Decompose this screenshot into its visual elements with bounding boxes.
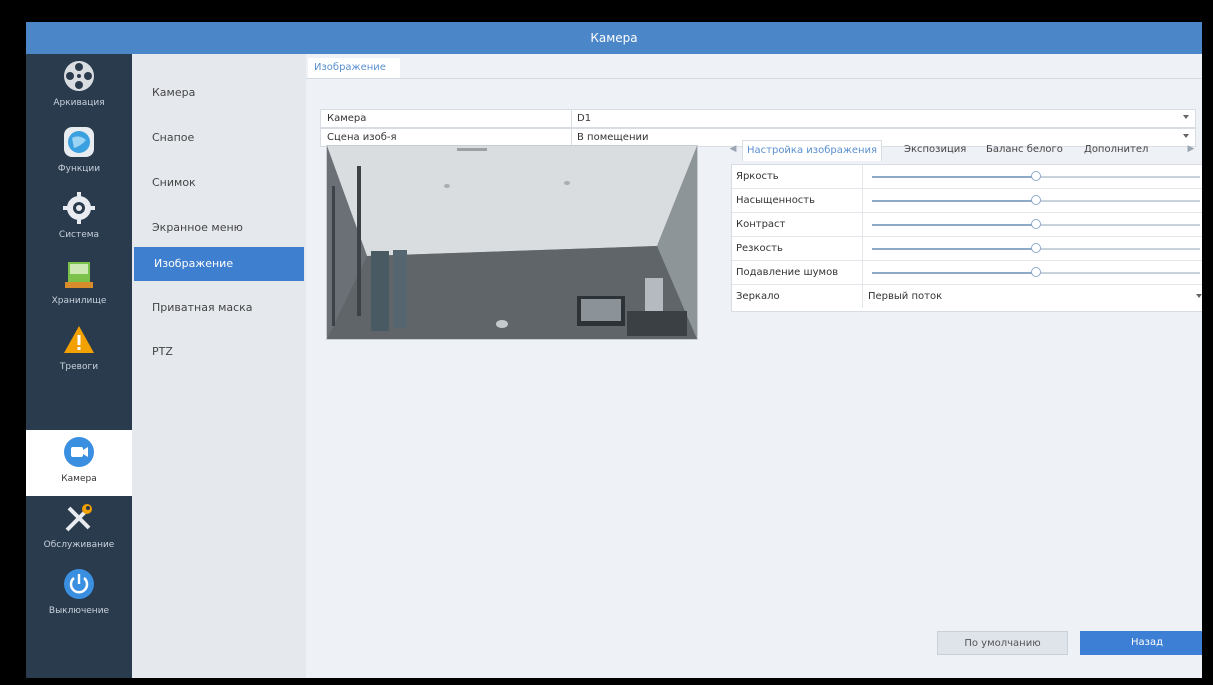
rail-label: Обслуживание [43, 540, 115, 550]
window-title: Камера [26, 22, 1202, 54]
slider-fill [872, 176, 1036, 178]
chevron-down-icon[interactable] [1183, 115, 1189, 119]
divider [571, 129, 572, 146]
submenu-item-osd[interactable]: Экранное меню [132, 211, 306, 245]
mirror-value: Первый поток [868, 291, 943, 302]
submenu-item-image[interactable]: Изображение [134, 247, 304, 281]
image-subtabs: ◀ Настройка изображения Экспозиция Балан… [728, 136, 1200, 162]
image-settings-panel: Изображение Камера D1 Сцена изоб-я В пом… [306, 54, 1202, 678]
video-preview [326, 145, 698, 340]
saturation-slider[interactable] [872, 195, 1200, 205]
chevron-right-icon[interactable]: ▶ [1186, 143, 1196, 155]
scene-value: В помещении [577, 132, 649, 143]
camera-label: Камера [327, 113, 367, 124]
submenu-item-snapshot[interactable]: Снимок [132, 166, 306, 200]
slider-knob[interactable] [1031, 219, 1041, 229]
divider [862, 285, 863, 308]
rail-item-shutdown[interactable]: Выключение [26, 562, 132, 628]
divider [862, 213, 863, 236]
subtab-exposure[interactable]: Экспозиция [900, 140, 970, 160]
rail-label: Функции [57, 164, 101, 174]
param-label: Контраст [736, 219, 786, 230]
scene-label: Сцена изоб-я [327, 132, 397, 143]
default-button[interactable]: По умолчанию [937, 631, 1068, 655]
divider [862, 165, 863, 188]
slider-knob[interactable] [1031, 195, 1041, 205]
rail-item-camera[interactable]: Камера [26, 430, 132, 496]
slider-fill [872, 200, 1036, 202]
warning-icon [64, 326, 94, 353]
divider [571, 110, 572, 127]
param-label: Подавление шумов [736, 267, 839, 278]
submenu-item-camera[interactable]: Камера [132, 76, 306, 110]
divider [862, 189, 863, 212]
gear-icon [63, 192, 95, 224]
tab-image[interactable]: Изображение [308, 58, 400, 78]
contrast-slider[interactable] [872, 219, 1200, 229]
mirror-label: Зеркало [736, 291, 780, 302]
subtab-image-adjust[interactable]: Настройка изображения [742, 140, 883, 161]
brightness-slider[interactable] [872, 171, 1200, 181]
param-label: Яркость [736, 171, 779, 182]
rail-item-system[interactable]: Система [26, 186, 132, 252]
rail-item-storage[interactable]: Хранилище [26, 252, 132, 318]
camera-feed-image [327, 146, 697, 339]
camera-value: D1 [577, 113, 592, 124]
slider-knob[interactable] [1031, 267, 1041, 277]
slider-fill [872, 224, 1036, 226]
param-label: Насыщенность [736, 195, 816, 206]
rail-item-alarms[interactable]: Тревоги [26, 318, 132, 384]
storage-icon [65, 262, 93, 288]
mirror-select[interactable]: Зеркало Первый поток [732, 285, 1202, 309]
submenu-item-ptz[interactable]: PTZ [132, 335, 306, 369]
noise-reduction-slider[interactable] [872, 267, 1200, 277]
slider-knob[interactable] [1031, 171, 1041, 181]
subtab-advanced[interactable]: Дополнител [1080, 140, 1152, 160]
image-params-table: Яркость Насыщенность Контраст Резкость П… [731, 164, 1202, 312]
chevron-left-icon[interactable]: ◀ [728, 143, 738, 155]
submenu-item-snapshot-schedule[interactable]: Снапое [132, 121, 306, 155]
rail-item-functions[interactable]: Функции [26, 120, 132, 186]
divider [862, 261, 863, 284]
divider [862, 237, 863, 260]
param-row-sharpness: Резкость [732, 237, 1202, 261]
power-icon [64, 569, 94, 599]
rail-label: Камера [61, 474, 97, 484]
rail-label: Аркивация [53, 98, 105, 108]
back-button[interactable]: Назад [1080, 631, 1202, 655]
param-label: Резкость [736, 243, 783, 254]
film-reel-icon [64, 61, 94, 91]
param-row-noise-reduction: Подавление шумов [732, 261, 1202, 285]
param-row-saturation: Насыщенность [732, 189, 1202, 213]
rail-item-archive[interactable]: Аркивация [26, 54, 132, 120]
subtab-white-balance[interactable]: Баланс белого [982, 140, 1067, 160]
tools-icon [65, 504, 92, 532]
slider-knob[interactable] [1031, 243, 1041, 253]
tab-divider [306, 78, 1202, 79]
rail-item-maintenance[interactable]: Обслуживание [26, 496, 132, 562]
rail-label: Выключение [48, 606, 110, 616]
main-menu-rail: Аркивация Функции Система Хранилище Трев… [26, 54, 132, 678]
rail-label: Система [58, 230, 100, 240]
param-row-contrast: Контраст [732, 213, 1202, 237]
sharpness-slider[interactable] [872, 243, 1200, 253]
chevron-down-icon[interactable] [1196, 294, 1202, 298]
camera-submenu: Камера Снапое Снимок Экранное меню Изобр… [132, 54, 306, 678]
camera-icon [64, 437, 94, 467]
rail-label: Тревоги [59, 362, 99, 372]
nvr-screen: Камера Аркивация Функции Система Хранили… [26, 22, 1202, 678]
slider-fill [872, 272, 1036, 274]
rail-label: Хранилище [51, 296, 107, 306]
globe-icon [64, 127, 94, 157]
slider-fill [872, 248, 1036, 250]
camera-select[interactable]: Камера D1 [320, 109, 1196, 128]
submenu-item-privacy-mask[interactable]: Приватная маска [132, 291, 306, 325]
param-row-brightness: Яркость [732, 165, 1202, 189]
